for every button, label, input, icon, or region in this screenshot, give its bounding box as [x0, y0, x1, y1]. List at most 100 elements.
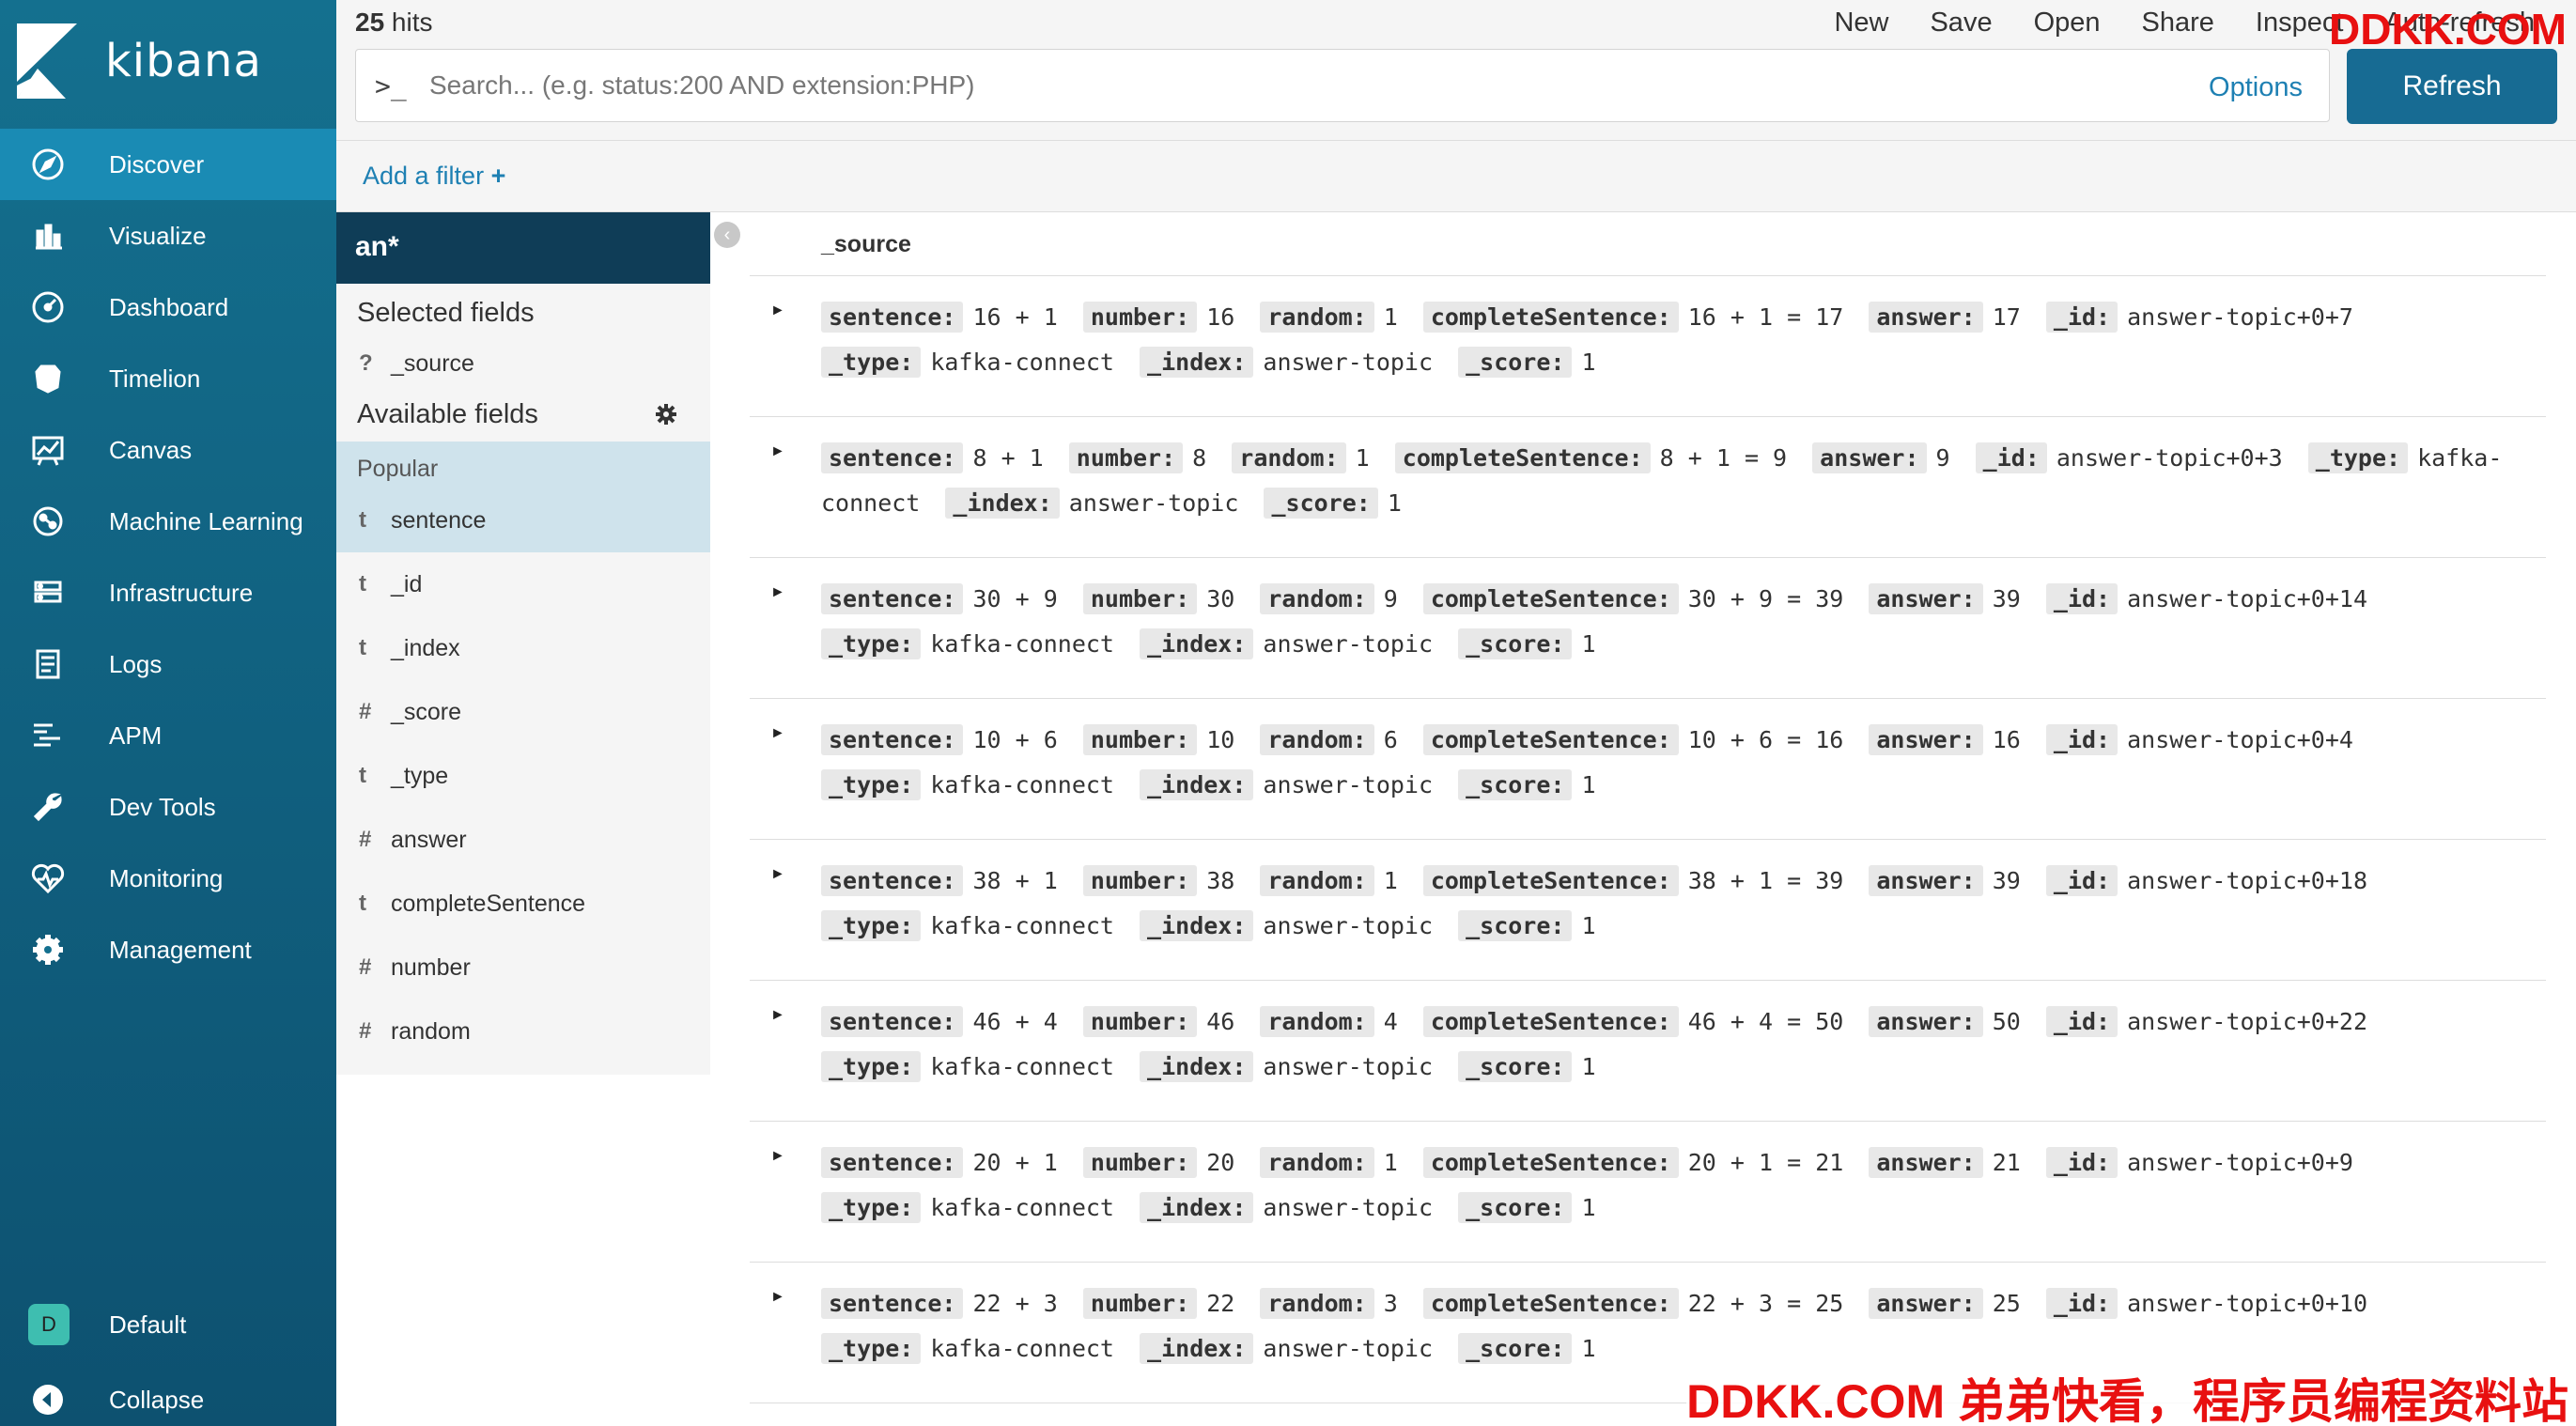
- table-row: ► sentence: 38 + 1 number: 38 random: 1 comp…: [750, 840, 2546, 981]
- sidebar-item-monitoring[interactable]: Monitoring: [0, 843, 336, 914]
- field-item[interactable]: t _type: [336, 744, 710, 808]
- field-item[interactable]: t _id: [336, 552, 710, 616]
- field-item[interactable]: ? _source: [336, 340, 710, 387]
- source-cell: sentence: 30 + 9 number: 30 random: 9 compl…: [821, 577, 2531, 667]
- source-value: 8 + 1: [972, 444, 1044, 472]
- search-prompt-icon: >_: [375, 70, 407, 101]
- field-item[interactable]: t completeSentence: [336, 872, 710, 936]
- source-field: answer: 16: [1869, 724, 2021, 755]
- collapse-button[interactable]: Collapse: [0, 1364, 336, 1426]
- source-field: _score: 1: [1458, 769, 1596, 800]
- sidebar-item-canvas[interactable]: Canvas: [0, 414, 336, 486]
- source-field: number: 46: [1082, 1006, 1234, 1037]
- source-value: answer-topic+0+4: [2127, 726, 2353, 753]
- source-key: _index:: [1140, 910, 1254, 941]
- source-value: 16: [1992, 726, 2021, 753]
- selected-fields-title: Selected fields: [357, 298, 535, 328]
- brand[interactable]: kibana: [0, 0, 336, 122]
- sidebar-item-label: Infrastructure: [109, 578, 254, 607]
- expand-row-icon[interactable]: ►: [770, 866, 785, 883]
- source-key: _id:: [1975, 442, 2047, 473]
- expand-row-icon[interactable]: ►: [770, 302, 785, 319]
- sidebar-item-label: APM: [109, 721, 163, 750]
- source-key: completeSentence:: [1422, 1006, 1679, 1037]
- sidebar-item-visualize[interactable]: Visualize: [0, 200, 336, 271]
- field-item[interactable]: # number: [336, 936, 710, 1000]
- menu-new[interactable]: New: [1834, 8, 1888, 39]
- source-field: _index: answer-topic: [1140, 910, 1433, 941]
- source-key: _type:: [821, 1333, 922, 1364]
- sidebar-item-logs[interactable]: Logs: [0, 628, 336, 700]
- sidebar-item-apm[interactable]: APM: [0, 700, 336, 771]
- source-key: _score:: [1458, 910, 1573, 941]
- source-key: _id:: [2045, 302, 2118, 333]
- source-field: answer: 9: [1812, 442, 1950, 473]
- sidebar-item-discover[interactable]: Discover: [0, 129, 336, 200]
- sidebar-item-machine-learning[interactable]: Machine Learning: [0, 486, 336, 557]
- expand-row-icon[interactable]: ►: [770, 1148, 785, 1165]
- source-field: _index: answer-topic: [1140, 769, 1433, 800]
- table-row: ► sentence: 10 + 6 number: 10 random: 6 comp…: [750, 699, 2546, 840]
- search-bar[interactable]: >_ Search... (e.g. status:200 AND extens…: [355, 49, 2330, 122]
- index-pattern[interactable]: an*: [336, 212, 710, 284]
- sidebar-item-timelion[interactable]: Timelion: [0, 343, 336, 414]
- source-value: kafka-connect: [930, 771, 1114, 798]
- source-field: _type: kafka-connect: [821, 1051, 1114, 1082]
- sidebar-item-dev-tools[interactable]: Dev Tools: [0, 771, 336, 843]
- sidebar-item-dashboard[interactable]: Dashboard: [0, 271, 336, 343]
- source-key: number:: [1082, 865, 1198, 896]
- menu-save[interactable]: Save: [1930, 8, 1992, 39]
- source-field: random: 1: [1232, 442, 1370, 473]
- expand-row-icon[interactable]: ►: [770, 1289, 785, 1306]
- source-value: 21: [1992, 1149, 2021, 1176]
- source-key: random:: [1260, 724, 1374, 755]
- space-selector[interactable]: D Default: [0, 1289, 336, 1360]
- source-key: random:: [1260, 302, 1374, 333]
- options-button[interactable]: Options: [2209, 72, 2303, 103]
- source-value: kafka-connect: [930, 1053, 1114, 1080]
- source-key: answer:: [1869, 1006, 1983, 1037]
- source-field: _score: 1: [1458, 1333, 1596, 1364]
- sidebar-item-label: Dev Tools: [109, 792, 216, 821]
- collapse-sidebar-arrow-icon[interactable]: ‹: [714, 222, 740, 248]
- source-field: number: 30: [1082, 583, 1234, 614]
- source-field: answer: 25: [1869, 1288, 2021, 1319]
- source-key: _id:: [2045, 1147, 2118, 1178]
- add-filter-button[interactable]: Add a filter +: [363, 162, 505, 191]
- field-type-icon: #: [359, 954, 372, 980]
- sidebar-item-label: Monitoring: [109, 863, 224, 892]
- gear-icon[interactable]: [656, 404, 676, 425]
- expand-row-icon[interactable]: ►: [770, 443, 785, 460]
- popular-fields: Popular t sentence: [336, 442, 710, 552]
- source-value: 38 + 1 = 39: [1687, 867, 1844, 894]
- refresh-button[interactable]: Refresh: [2347, 49, 2557, 124]
- menu-share[interactable]: Share: [2142, 8, 2214, 39]
- sidebar-item-management[interactable]: Management: [0, 914, 336, 985]
- field-item[interactable]: # random: [336, 1000, 710, 1063]
- source-cell: sentence: 46 + 4 number: 46 random: 4 compl…: [821, 1000, 2531, 1090]
- source-field: _index: answer-topic: [1140, 347, 1433, 378]
- source-key: sentence:: [821, 865, 964, 896]
- field-item[interactable]: # answer: [336, 808, 710, 872]
- field-name: completeSentence: [391, 890, 586, 917]
- expand-row-icon[interactable]: ►: [770, 584, 785, 601]
- search-input[interactable]: Search... (e.g. status:200 AND extension…: [429, 70, 975, 101]
- field-item[interactable]: t _index: [336, 616, 710, 680]
- menu-open[interactable]: Open: [2034, 8, 2101, 39]
- source-key: answer:: [1869, 1147, 1983, 1178]
- field-name: _type: [391, 762, 449, 789]
- source-value: answer-topic+0+10: [2127, 1290, 2367, 1317]
- source-key: _type:: [821, 347, 922, 378]
- source-key: _score:: [1458, 1333, 1573, 1364]
- expand-row-icon[interactable]: ►: [770, 1007, 785, 1024]
- sidebar-item-infrastructure[interactable]: Infrastructure: [0, 557, 336, 628]
- field-item[interactable]: # _score: [336, 680, 710, 744]
- source-field: _index: answer-topic: [1140, 1051, 1434, 1082]
- source-key: _type:: [821, 1192, 922, 1223]
- source-value: answer-topic+0+22: [2127, 1008, 2367, 1035]
- expand-row-icon[interactable]: ►: [770, 725, 785, 742]
- source-value: 39: [1992, 867, 2021, 894]
- available-fields-list: t _id t _index # _score t _type # answer t complete…: [336, 552, 710, 1063]
- source-value: answer-topic: [1263, 1053, 1434, 1080]
- field-item[interactable]: t sentence: [336, 488, 710, 552]
